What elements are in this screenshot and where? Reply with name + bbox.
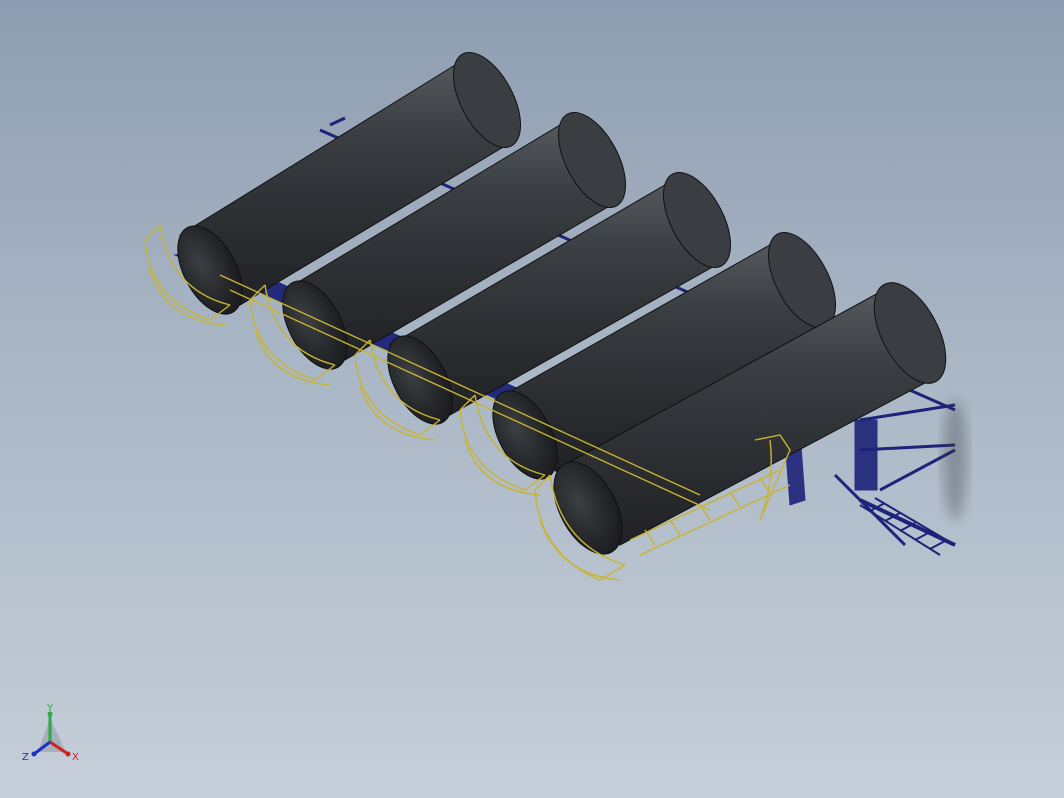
y-axis-label: Y xyxy=(46,703,54,714)
orientation-triad[interactable]: Y X Z xyxy=(18,702,88,772)
z-axis-tip xyxy=(31,751,37,757)
tank-shadow xyxy=(943,400,967,520)
x-axis-label: X xyxy=(72,752,79,763)
z-axis-label: Z xyxy=(22,752,29,763)
x-axis-tip xyxy=(65,751,71,757)
model-scene[interactable] xyxy=(0,0,1064,798)
graphics-viewport[interactable]: Y X Z xyxy=(0,0,1064,798)
